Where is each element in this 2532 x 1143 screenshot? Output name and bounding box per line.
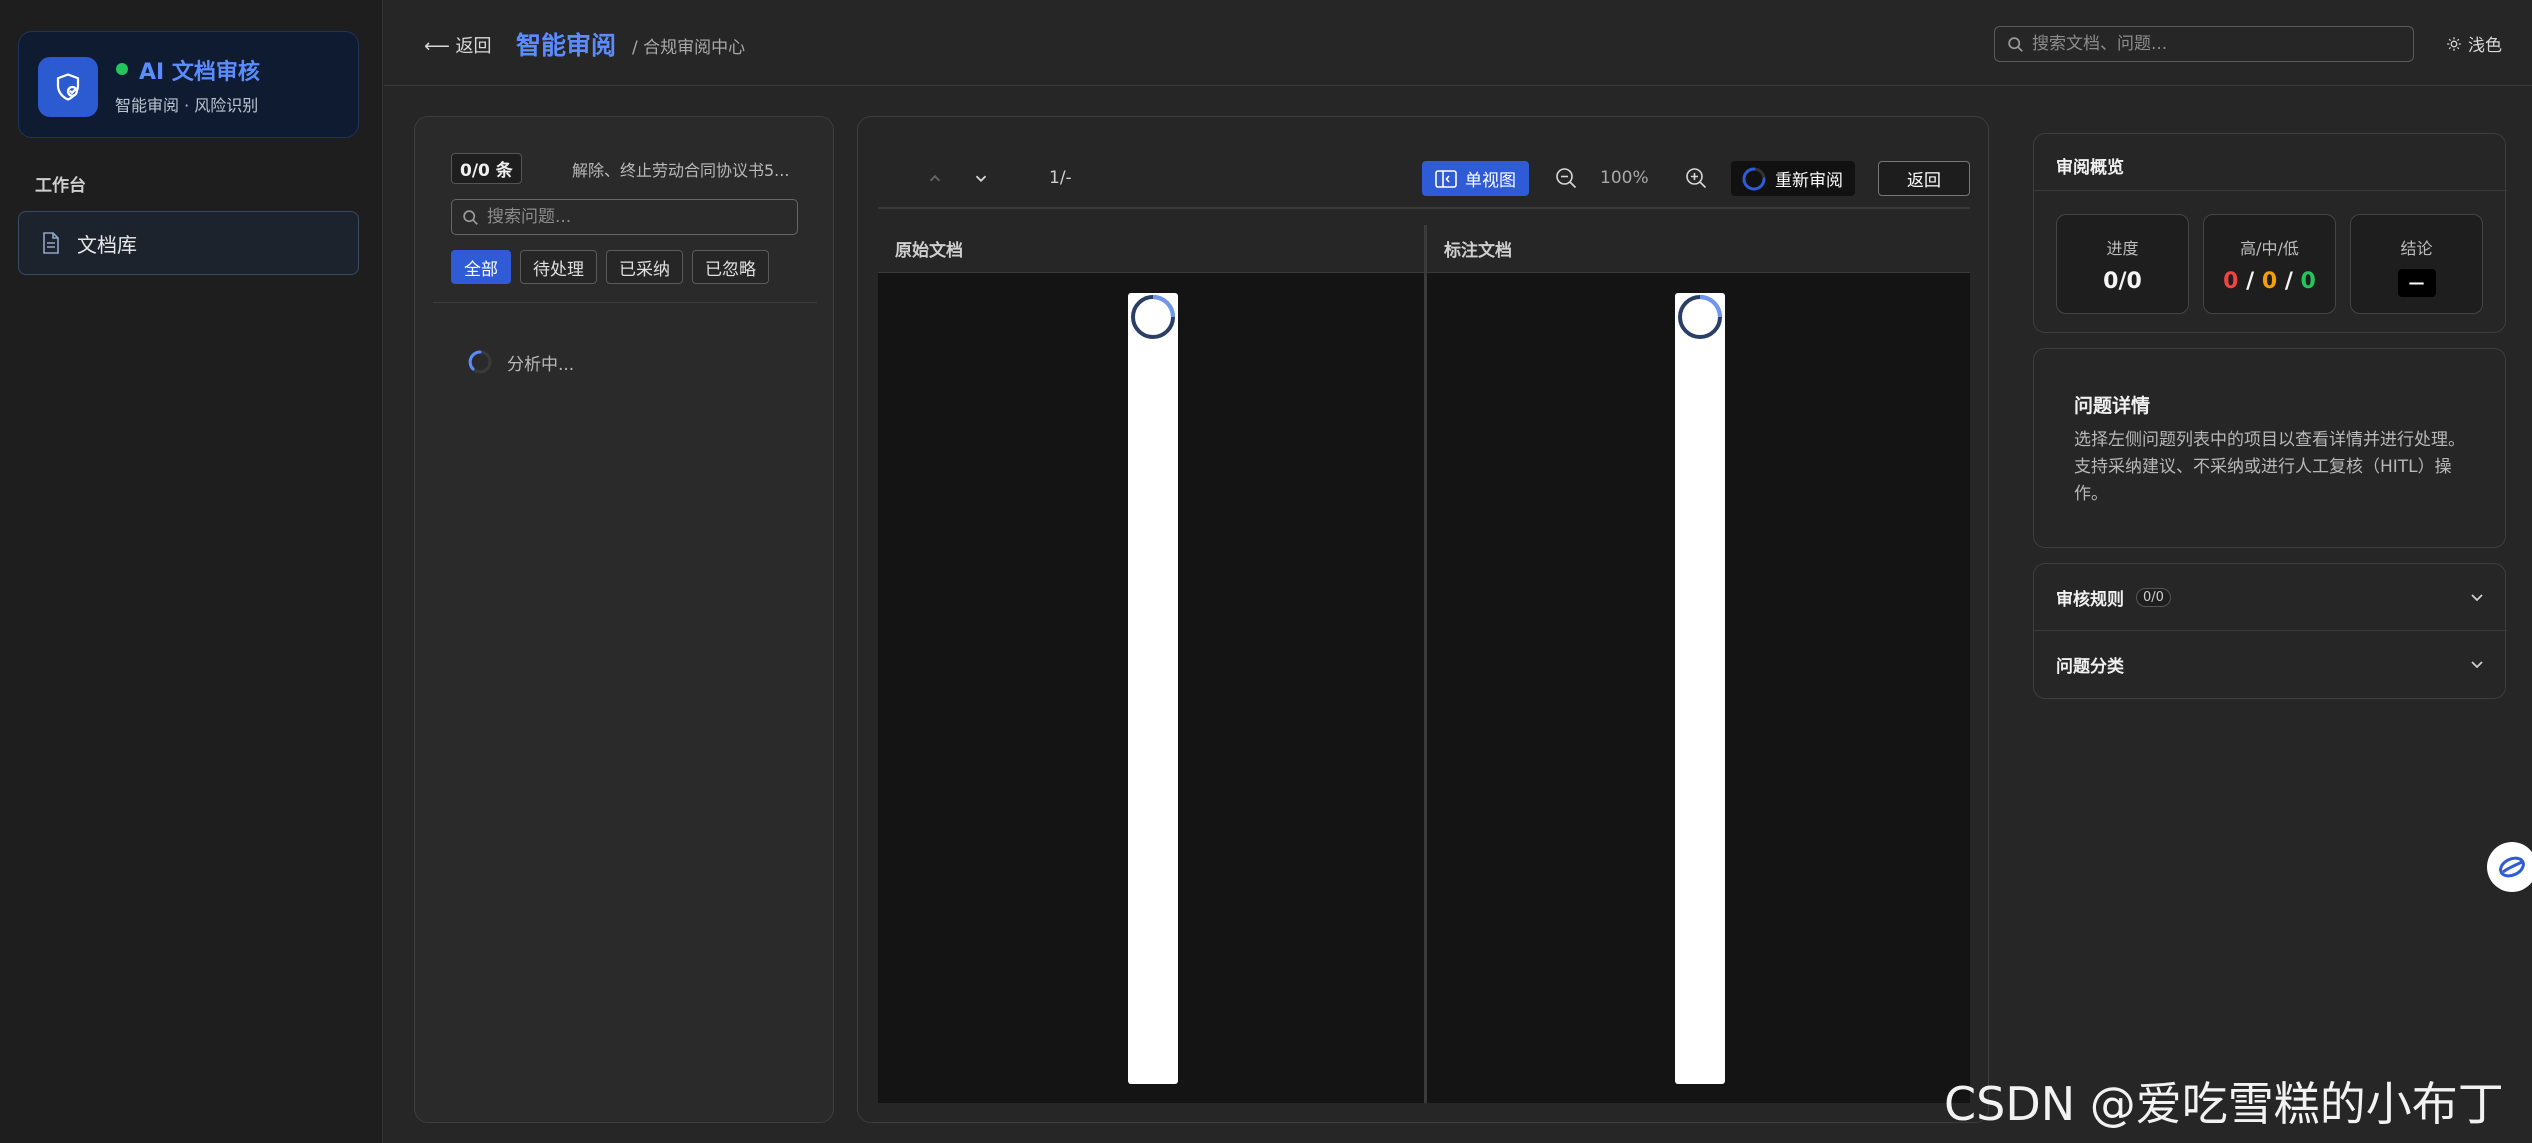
search-icon xyxy=(463,209,478,225)
zoom-out-button[interactable] xyxy=(1551,163,1581,193)
status-online-dot xyxy=(116,63,128,75)
chevron-down-icon xyxy=(2471,661,2483,669)
viewer-toolbar: 1/- 单视图 100% 重新审阅 返回 xyxy=(878,153,1970,209)
page-indicator: 1/- xyxy=(1049,168,1072,188)
filter-accepted[interactable]: 已采纳 xyxy=(606,250,683,284)
zoom-level: 100% xyxy=(1600,168,1649,188)
watermark: CSDN @爱吃雪糕的小布丁 xyxy=(1944,1077,2504,1131)
filter-pending[interactable]: 待处理 xyxy=(520,250,597,284)
pane-title: 标注文档 xyxy=(1427,225,1970,273)
verdict-value: — xyxy=(2397,269,2436,297)
review-overview: 审阅概览 进度 0/0 高/中/低 0 / 0 / 0 结论 — xyxy=(2033,133,2507,333)
review-rules-section[interactable]: 审核规则 0/0 xyxy=(2034,564,2507,631)
theme-label: 浅色 xyxy=(2468,36,2502,56)
document-page xyxy=(1675,293,1725,1084)
zoom-in-button[interactable] xyxy=(1681,163,1711,193)
shield-check-icon xyxy=(38,57,98,117)
brand-card[interactable]: AI 文档审核 智能审阅 · 风险识别 xyxy=(18,31,359,138)
back-label: 返回 xyxy=(455,36,492,57)
filter-ignored[interactable]: 已忽略 xyxy=(692,250,769,284)
document-name: 解除、终止劳动合同协议书5... xyxy=(572,161,790,180)
loading-indicator: 分析中... xyxy=(467,349,574,375)
document-page xyxy=(1128,293,1178,1084)
sidebar-item-document-library[interactable]: 文档库 xyxy=(18,211,359,275)
issue-filter-tabs: 全部 待处理 已采纳 已忽略 xyxy=(451,250,769,284)
issue-detail: 问题详情 选择左侧问题列表中的项目以查看详情并进行处理。 支持采纳建议、不采纳或… xyxy=(2033,348,2506,548)
separator: / xyxy=(2284,269,2293,294)
rereview-button[interactable]: 重新审阅 xyxy=(1731,161,1855,196)
annotated-document-pane[interactable]: 标注文档 xyxy=(1427,225,1970,1103)
zoom-out-icon xyxy=(1556,168,1577,189)
search-icon xyxy=(2008,36,2023,52)
back-button[interactable]: ⟵ 返回 xyxy=(424,32,492,58)
loading-text: 分析中... xyxy=(507,354,575,375)
page-title: 智能审阅 xyxy=(516,31,617,60)
chevron-down-icon xyxy=(975,175,987,182)
verdict-card: 结论 — xyxy=(2350,214,2483,314)
issue-search[interactable] xyxy=(451,199,798,235)
layout-icon xyxy=(1435,169,1457,188)
detail-description: 选择左侧问题列表中的项目以查看详情并进行处理。 支持采纳建议、不采纳或进行人工复… xyxy=(2074,430,2465,504)
document-viewer: 1/- 单视图 100% 重新审阅 返回 原始文档 标注文档 xyxy=(857,116,1989,1123)
document-icon xyxy=(40,232,62,254)
divider xyxy=(433,302,817,303)
global-search[interactable] xyxy=(1994,26,2414,62)
risk-level-value: 0 / 0 / 0 xyxy=(2204,269,2335,294)
overview-title: 审阅概览 xyxy=(2056,158,2124,178)
return-button[interactable]: 返回 xyxy=(1878,161,1970,196)
single-view-button[interactable]: 单视图 xyxy=(1422,161,1529,196)
progress-value: 0/0 xyxy=(2103,269,2142,294)
chevron-up-icon xyxy=(929,174,941,182)
issue-search-input[interactable] xyxy=(487,207,777,227)
sidebar: AI 文档审核 智能审阅 · 风险识别 工作台 文档库 xyxy=(0,0,383,1143)
spinner-icon xyxy=(1131,295,1175,339)
arrow-left-icon: ⟵ xyxy=(424,36,450,57)
detail-title: 问题详情 xyxy=(2074,395,2151,417)
issue-count-badge: 0/0 条 xyxy=(451,153,522,184)
issue-category-section[interactable]: 问题分类 xyxy=(2034,631,2507,698)
assistant-icon xyxy=(2499,856,2525,878)
verdict-label: 结论 xyxy=(2400,239,2433,258)
sun-icon xyxy=(2447,36,2461,51)
rereview-label: 重新审阅 xyxy=(1775,171,1843,191)
brand-title: AI 文档审核 xyxy=(139,60,260,85)
progress-label: 进度 xyxy=(2106,239,2139,258)
sidebar-section-title: 工作台 xyxy=(35,176,86,196)
spinner-icon xyxy=(1742,167,1766,190)
original-document-pane[interactable]: 原始文档 xyxy=(878,225,1424,1103)
risk-low-count: 0 xyxy=(2300,269,2316,294)
separator: / xyxy=(2246,269,2255,294)
pane-title: 原始文档 xyxy=(878,225,1424,273)
theme-toggle[interactable]: 浅色 xyxy=(2446,31,2502,56)
assistant-float-button[interactable] xyxy=(2487,842,2532,892)
chevron-down-icon xyxy=(2471,594,2483,602)
section-label: 审核规则 xyxy=(2056,589,2124,610)
risk-high-count: 0 xyxy=(2223,269,2239,294)
filter-all[interactable]: 全部 xyxy=(451,250,511,284)
risk-level-card: 高/中/低 0 / 0 / 0 xyxy=(2203,214,2336,314)
collapsible-sections: 审核规则 0/0 问题分类 xyxy=(2033,563,2507,699)
global-search-input[interactable] xyxy=(2032,34,2392,54)
single-view-label: 单视图 xyxy=(1465,171,1516,191)
spinner-icon xyxy=(468,350,492,374)
top-bar: ⟵ 返回 智能审阅 / 合规审阅中心 浅色 xyxy=(384,0,2532,86)
risk-level-label: 高/中/低 xyxy=(2240,239,2299,258)
previous-issue-button[interactable] xyxy=(920,163,950,193)
zoom-in-icon xyxy=(1686,168,1707,189)
breadcrumb: / 合规审阅中心 xyxy=(632,38,746,58)
issue-panel: 0/0 条 解除、终止劳动合同协议书5... 全部 待处理 已采纳 已忽略 分析… xyxy=(414,116,834,1123)
section-label: 问题分类 xyxy=(2056,657,2124,677)
brand-subtitle: 智能审阅 · 风险识别 xyxy=(115,96,259,115)
risk-mid-count: 0 xyxy=(2261,269,2278,294)
divider xyxy=(2034,190,2507,191)
section-count-badge: 0/0 xyxy=(2136,587,2171,607)
spinner-icon xyxy=(1678,295,1722,339)
progress-card: 进度 0/0 xyxy=(2056,214,2189,314)
sidebar-item-label: 文档库 xyxy=(77,232,137,257)
next-issue-button[interactable] xyxy=(966,163,996,193)
